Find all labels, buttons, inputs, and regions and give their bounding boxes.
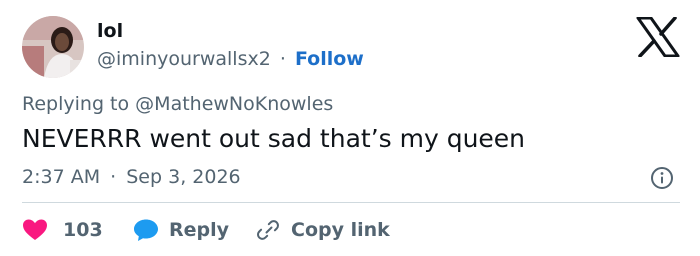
like-button[interactable]: 103 <box>22 218 133 242</box>
copy-link-label: Copy link <box>291 219 390 241</box>
tweet-text: NEVERRR went out sad that’s my queen <box>22 124 526 153</box>
replying-to-mention[interactable]: @MathewNoKnowles <box>135 93 333 115</box>
handle-row: @iminyourwallsx2 · Follow <box>97 48 364 70</box>
reply-button[interactable]: Reply <box>133 218 255 242</box>
handle-separator: · <box>279 48 286 70</box>
tweet-date[interactable]: Sep 3, 2026 <box>126 166 240 188</box>
link-icon <box>255 218 281 242</box>
like-count: 103 <box>63 219 103 241</box>
heart-icon <box>22 218 48 242</box>
avatar-image <box>22 16 84 78</box>
info-icon[interactable] <box>650 166 674 190</box>
tweet-card: lol @iminyourwallsx2 · Follow Replying t… <box>0 0 700 256</box>
tweet-time[interactable]: 2:37 AM <box>22 166 100 188</box>
replying-to: Replying to @MathewNoKnowles <box>22 93 333 115</box>
timestamp[interactable]: 2:37 AM · Sep 3, 2026 <box>22 166 241 188</box>
timestamp-separator: · <box>110 166 117 188</box>
divider <box>22 202 680 203</box>
follow-button[interactable]: Follow <box>295 48 364 70</box>
reply-label: Reply <box>169 219 230 241</box>
avatar[interactable] <box>22 16 84 78</box>
display-name[interactable]: lol <box>97 20 123 42</box>
replying-to-prefix: Replying to <box>22 93 130 115</box>
reply-bubble-icon <box>133 218 159 242</box>
copy-link-button[interactable]: Copy link <box>255 218 390 242</box>
user-handle[interactable]: @iminyourwallsx2 <box>97 48 271 70</box>
action-bar: 103 Reply Copy link <box>22 216 390 244</box>
x-logo-icon[interactable] <box>636 16 680 58</box>
